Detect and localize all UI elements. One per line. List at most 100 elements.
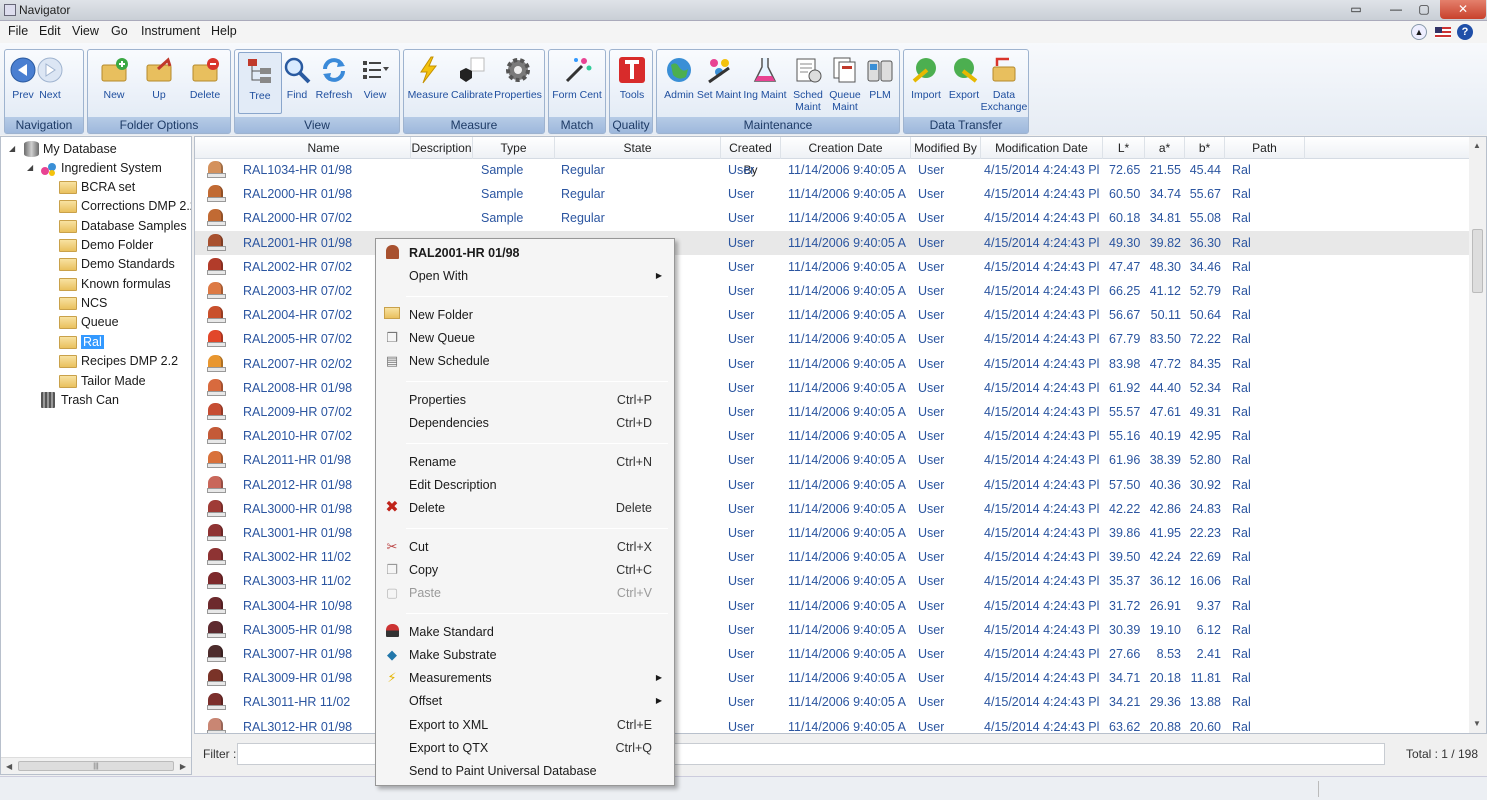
menu-item-open-with[interactable]: Open With ▶ xyxy=(378,265,672,287)
column-header-description[interactable]: Description xyxy=(411,137,473,159)
menu-item-new-schedule[interactable]: ▤ New Schedule xyxy=(378,350,672,372)
menu-file[interactable]: File xyxy=(8,24,28,38)
cell-created: 11/14/2006 9:40:05 A xyxy=(788,526,906,540)
menu-go[interactable]: Go xyxy=(111,24,128,38)
column-header-state[interactable]: State xyxy=(555,137,721,159)
minimize-button[interactable]: — xyxy=(1382,0,1410,19)
table-row[interactable]: RAL2000-HR 07/02 Sample Regular User 11/14/2… xyxy=(195,206,1470,230)
next-button[interactable]: Next xyxy=(28,52,72,114)
tools-button[interactable]: Tools xyxy=(610,52,654,114)
column-header-a[interactable]: a* xyxy=(1145,137,1185,159)
set-maint-button[interactable]: Set Maint xyxy=(697,52,741,114)
scroll-left-icon[interactable]: ◀ xyxy=(6,762,12,771)
red-x-icon: ✖ xyxy=(385,499,399,516)
scissors-icon: ✂ xyxy=(386,539,398,554)
menu-item-paste[interactable]: ▢ Paste Ctrl+V xyxy=(378,582,672,604)
column-header-created_by[interactable]: Created By xyxy=(721,137,781,177)
new-folder-button[interactable]: New xyxy=(92,52,136,114)
cell-a: 42.24 xyxy=(1149,550,1181,565)
help-icon[interactable]: ? xyxy=(1457,24,1473,40)
cell-modified-by: User xyxy=(918,477,945,492)
color-swatch-icon xyxy=(207,620,226,638)
cell-created-by: User xyxy=(728,647,755,661)
menu-item-new-folder[interactable]: New Folder xyxy=(378,304,672,326)
form-cent-label: Form Cent xyxy=(552,89,602,101)
refresh-button[interactable]: Refresh xyxy=(312,52,356,114)
column-header-modified_by[interactable]: Modified By xyxy=(911,137,981,159)
column-header-name[interactable]: Name xyxy=(237,137,411,159)
collapse-ribbon-icon[interactable]: ▲ xyxy=(1411,24,1427,40)
cell-b: 36.30 xyxy=(1189,235,1221,250)
menu-edit[interactable]: Edit xyxy=(39,24,61,38)
cell-created-by: User xyxy=(728,695,755,710)
measure-button[interactable]: Measure xyxy=(406,52,450,114)
scroll-right-icon[interactable]: ▶ xyxy=(180,762,186,771)
table-row[interactable]: RAL1034-HR 01/98 Sample Regular User 11/14/2… xyxy=(195,158,1470,182)
restore-all-button[interactable]: ▭ xyxy=(1341,0,1371,19)
menu-item-measurements[interactable]: ⚡ Measurements ▶ xyxy=(378,667,672,689)
menu-item-edit-description[interactable]: Edit Description xyxy=(378,474,672,496)
group-title-measure: Measure xyxy=(404,117,544,133)
menu-label: New Schedule xyxy=(409,354,490,368)
admin-button[interactable]: Admin xyxy=(657,52,701,114)
column-header-b[interactable]: b* xyxy=(1185,137,1225,159)
menu-item-send-paint[interactable]: Send to Paint Universal Database xyxy=(378,760,672,782)
menu-item-dependencies[interactable]: Dependencies Ctrl+D xyxy=(378,412,672,434)
menu-shortcut: Ctrl+V xyxy=(616,586,652,600)
menu-item-offset[interactable]: Offset ▶ xyxy=(378,690,672,712)
column-header-path[interactable]: Path xyxy=(1225,137,1305,159)
cell-name: RAL2009-HR 07/02 xyxy=(243,405,353,419)
cell-created: 11/14/2006 9:40:05 A xyxy=(788,719,906,734)
menu-item-cut[interactable]: ✂ Cut Ctrl+X xyxy=(378,536,672,558)
maximize-button[interactable]: ▢ xyxy=(1410,0,1438,19)
cell-modified: 4/15/2014 4:24:43 Pl xyxy=(984,550,1100,565)
column-header-modified[interactable]: Modification Date xyxy=(981,137,1103,159)
group-title-maintenance: Maintenance xyxy=(657,117,899,133)
view-button[interactable]: View xyxy=(353,52,397,114)
column-header-type[interactable]: Type xyxy=(473,137,555,159)
column-header-l[interactable]: L* xyxy=(1103,137,1145,159)
scroll-thumb[interactable] xyxy=(1472,229,1483,293)
scroll-down-icon[interactable]: ▼ xyxy=(1473,719,1481,728)
cell-created: 11/14/2006 9:40:05 A xyxy=(788,622,906,637)
menu-item-rename[interactable]: Rename Ctrl+N xyxy=(378,451,672,473)
scroll-up-icon[interactable]: ▲ xyxy=(1473,141,1481,150)
tree-horizontal-scrollbar[interactable]: ◀ ||| ▶ xyxy=(1,757,191,774)
menu-item-make-substrate[interactable]: ◆ Make Substrate xyxy=(378,644,672,666)
properties-button[interactable]: Properties xyxy=(494,52,542,114)
delete-folder-button[interactable]: Delete xyxy=(183,52,227,114)
color-swatch-icon xyxy=(207,451,226,469)
cell-created-by: User xyxy=(728,405,755,419)
cell-modified-by: User xyxy=(918,211,945,226)
cell-a: 47.72 xyxy=(1149,356,1181,371)
up-folder-button[interactable]: Up xyxy=(137,52,181,114)
close-button[interactable]: ✕ xyxy=(1440,0,1486,19)
language-flag-icon[interactable] xyxy=(1435,27,1451,38)
cell-l: 55.57 xyxy=(1109,405,1141,419)
scroll-thumb[interactable]: ||| xyxy=(18,761,174,771)
menu-item-properties[interactable]: Properties Ctrl+P xyxy=(378,389,672,411)
menu-view[interactable]: View xyxy=(72,24,99,38)
queue-icon xyxy=(833,57,856,83)
menu-item-export-xml[interactable]: Export to XML Ctrl+E xyxy=(378,714,672,736)
menu-help[interactable]: Help xyxy=(211,24,237,38)
cell-l: 27.66 xyxy=(1109,647,1141,661)
data-exchange-button[interactable]: Data Exchange xyxy=(981,52,1027,114)
plm-button[interactable]: PLM xyxy=(858,52,902,114)
app-icon xyxy=(4,4,16,16)
menu-item-export-qtx[interactable]: Export to QTX Ctrl+Q xyxy=(378,737,672,759)
menu-item-make-standard[interactable]: Make Standard xyxy=(378,621,672,643)
form-cent-button[interactable]: Form Cent xyxy=(552,52,602,114)
calibrate-button[interactable]: Calibrate xyxy=(450,52,494,114)
menu-item-delete[interactable]: ✖ Delete Delete xyxy=(378,497,672,519)
grid-vertical-scrollbar[interactable]: ▲ ▼ xyxy=(1469,137,1486,733)
menu-shortcut: Ctrl+N xyxy=(616,455,652,469)
column-header-created[interactable]: Creation Date xyxy=(781,137,911,159)
data-exchange-icon xyxy=(992,57,1016,82)
table-row[interactable]: RAL2000-HR 01/98 Sample Regular User 11/14/2… xyxy=(195,182,1470,206)
cell-modified-by: User xyxy=(918,235,945,250)
menu-item-copy[interactable]: ❐ Copy Ctrl+C xyxy=(378,559,672,581)
menu-instrument[interactable]: Instrument xyxy=(141,24,200,38)
cell-path: Ral xyxy=(1232,598,1251,613)
menu-item-new-queue[interactable]: ❐ New Queue xyxy=(378,327,672,349)
